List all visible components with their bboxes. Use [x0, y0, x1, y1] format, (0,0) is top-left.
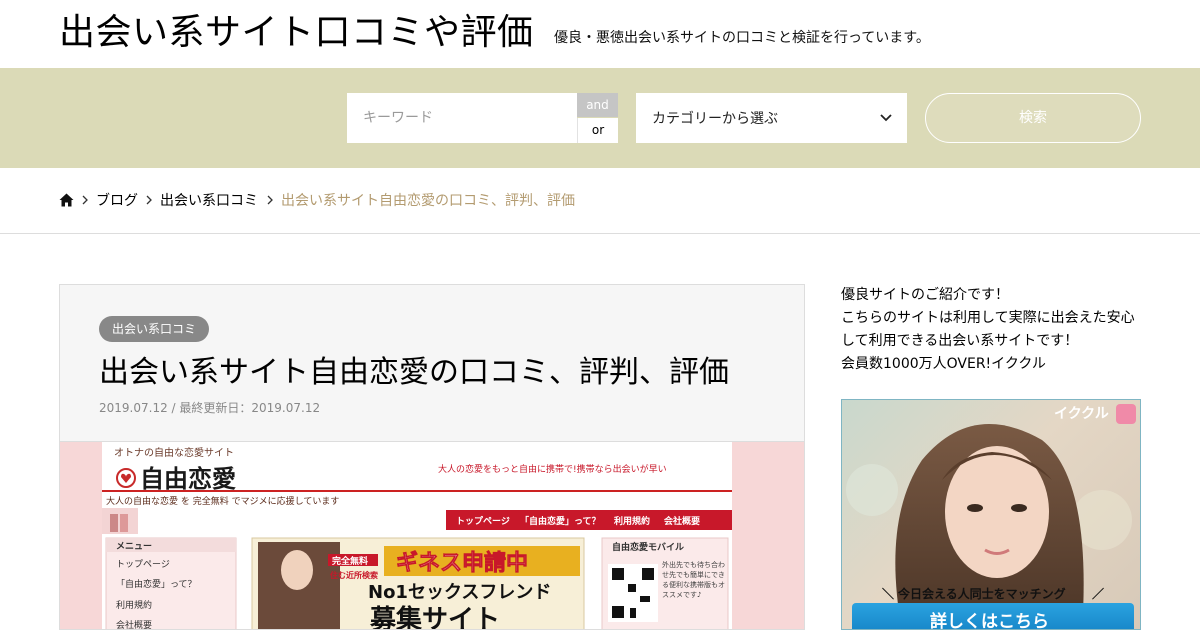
screenshot-menu-item: 「自由恋愛」って？: [116, 578, 197, 590]
breadcrumb-current: 出会い系サイト自由恋愛の口コミ、評判、評価: [281, 193, 575, 209]
screenshot-nav-item: 「自由恋愛」って？: [520, 515, 601, 527]
banner-cta-label: 詳しくはこちら: [930, 611, 1049, 630]
banner-tagline-deco: ＼: [882, 586, 894, 601]
screenshot-red-rule: [102, 490, 732, 492]
site-header: 出会い系サイト口コミや評価 優良・悪徳出会い系サイトの口コミと検証を行っています…: [0, 0, 1200, 68]
model-eye: [967, 504, 983, 512]
qr-code-icon: [612, 568, 624, 580]
sidebar-ad-banner[interactable]: イククル ＼ 今日会える人同士をマッチング ／ 詳しくはこちら: [841, 399, 1141, 630]
chevron-right-icon: [82, 195, 88, 205]
brand-logo-icon: [1116, 404, 1136, 424]
sidebar-intro: 優良サイトのご紹介です！ こちらのサイトは利用して実際に出会えた安心 して利用で…: [841, 284, 1151, 376]
screenshot-mobile-text: 外出先でも待ち合わせ先でも簡単にできる便利な携帯版もオススメです♪: [662, 561, 725, 599]
model-eye: [1011, 504, 1027, 512]
post-title: 出会い系サイト自由恋愛の口コミ、評判、評価: [99, 355, 729, 390]
and-toggle[interactable]: and: [577, 93, 618, 117]
breadcrumb-item-blog[interactable]: ブログ: [96, 192, 138, 210]
qr-code-icon: [628, 584, 636, 592]
breadcrumb-item-category[interactable]: 出会い系口コミ: [160, 192, 258, 210]
screenshot-no1-text: No1セックスフレンド: [368, 582, 551, 603]
qr-code-icon: [612, 606, 624, 618]
screenshot-figure: [110, 514, 118, 532]
screenshot-bottom-text: 募集サイト: [369, 604, 500, 630]
bokeh-shape: [846, 464, 898, 516]
article-card: 出会い系口コミ 出会い系サイト自由恋愛の口コミ、評判、評価 2019.07.12…: [59, 284, 805, 630]
home-icon[interactable]: [59, 193, 74, 207]
qr-code-icon: [630, 608, 636, 618]
screenshot-figure: [120, 514, 128, 532]
screenshot-menu-title: メニュー: [116, 541, 152, 552]
screenshot-menu-item: トップページ: [116, 559, 170, 570]
screenshot-tagline: オトナの自由な恋愛サイト: [114, 446, 234, 459]
screenshot-menu-item: 会社概要: [116, 619, 152, 630]
screenshot-nav-item: 利用規約: [613, 515, 650, 527]
banner-tagline-deco: ／: [1092, 586, 1104, 601]
screenshot-top-message: 大人の恋愛をもっと自由に携帯で!携帯なら出会いが早い: [438, 463, 667, 475]
chevron-right-icon: [146, 195, 152, 205]
qr-code-icon: [642, 568, 654, 580]
sidebar-line: して利用できる出会い系サイトです！: [841, 333, 1079, 349]
site-screenshot-graphic: オトナの自由な恋愛サイト 自由恋愛 大人の恋愛をもっと自由に携帯で!携帯なら出会…: [102, 446, 732, 630]
eyecatch-image: オトナの自由な恋愛サイト 自由恋愛 大人の恋愛をもっと自由に携帯で!携帯なら出会…: [60, 441, 804, 630]
category-select[interactable]: カテゴリーから選ぶ: [636, 93, 907, 143]
screenshot-nav-item: トップページ: [456, 515, 510, 527]
sidebar-line: 優良サイトのご紹介です！: [841, 287, 1009, 303]
screenshot-model-face: [281, 550, 313, 590]
chevron-right-icon: [267, 195, 273, 205]
search-bar: and or カテゴリーから選ぶ 検索: [0, 68, 1200, 168]
screenshot-logo: 自由恋愛: [140, 465, 236, 493]
post-date: 2019.07.12 / 最終更新日：2019.07.12: [99, 401, 321, 415]
sidebar-line: こちらのサイトは利用して実際に出会えた安心: [841, 310, 1135, 326]
banner-brand: イククル: [1054, 406, 1109, 422]
category-select-label: カテゴリーから選ぶ: [652, 111, 778, 127]
screenshot-guinness-text: ギネス申請中: [396, 550, 528, 576]
screenshot-menu-item: 利用規約: [116, 599, 152, 611]
search-button[interactable]: 検索: [925, 93, 1141, 143]
banner-tagline: 今日会える人同士をマッチング: [897, 586, 1066, 601]
qr-code-icon: [640, 596, 650, 602]
screenshot-free-label-2: 住む近所検索: [330, 570, 378, 580]
screenshot-free-label: 完全無料: [332, 555, 368, 567]
category-badge[interactable]: 出会い系口コミ: [99, 316, 210, 342]
screenshot-sub-tagline: 大人の自由な恋愛 を 完全無料 でマジメに応援しています: [106, 495, 339, 507]
sidebar-line: 会員数1000万人OVER!イククル: [841, 356, 1046, 372]
site-description: 優良・悪徳出会い系サイトの口コミと検証を行っています。: [554, 30, 930, 46]
site-title[interactable]: 出会い系サイト口コミや評価: [59, 10, 534, 56]
screenshot-mobile-title: 自由恋愛モバイル: [612, 541, 684, 553]
keyword-input[interactable]: [347, 93, 577, 143]
chevron-down-icon: [880, 114, 892, 122]
breadcrumb: ブログ 出会い系口コミ 出会い系サイト自由恋愛の口コミ、評判、評価: [0, 168, 1200, 234]
screenshot-nav-item: 会社概要: [664, 515, 700, 527]
or-toggle[interactable]: or: [577, 118, 618, 143]
site-screenshot: オトナの自由な恋愛サイト 自由恋愛 大人の恋愛をもっと自由に携帯で!携帯なら出会…: [102, 442, 732, 630]
ad-banner-graphic: イククル ＼ 今日会える人同士をマッチング ／ 詳しくはこちら: [846, 404, 1136, 630]
